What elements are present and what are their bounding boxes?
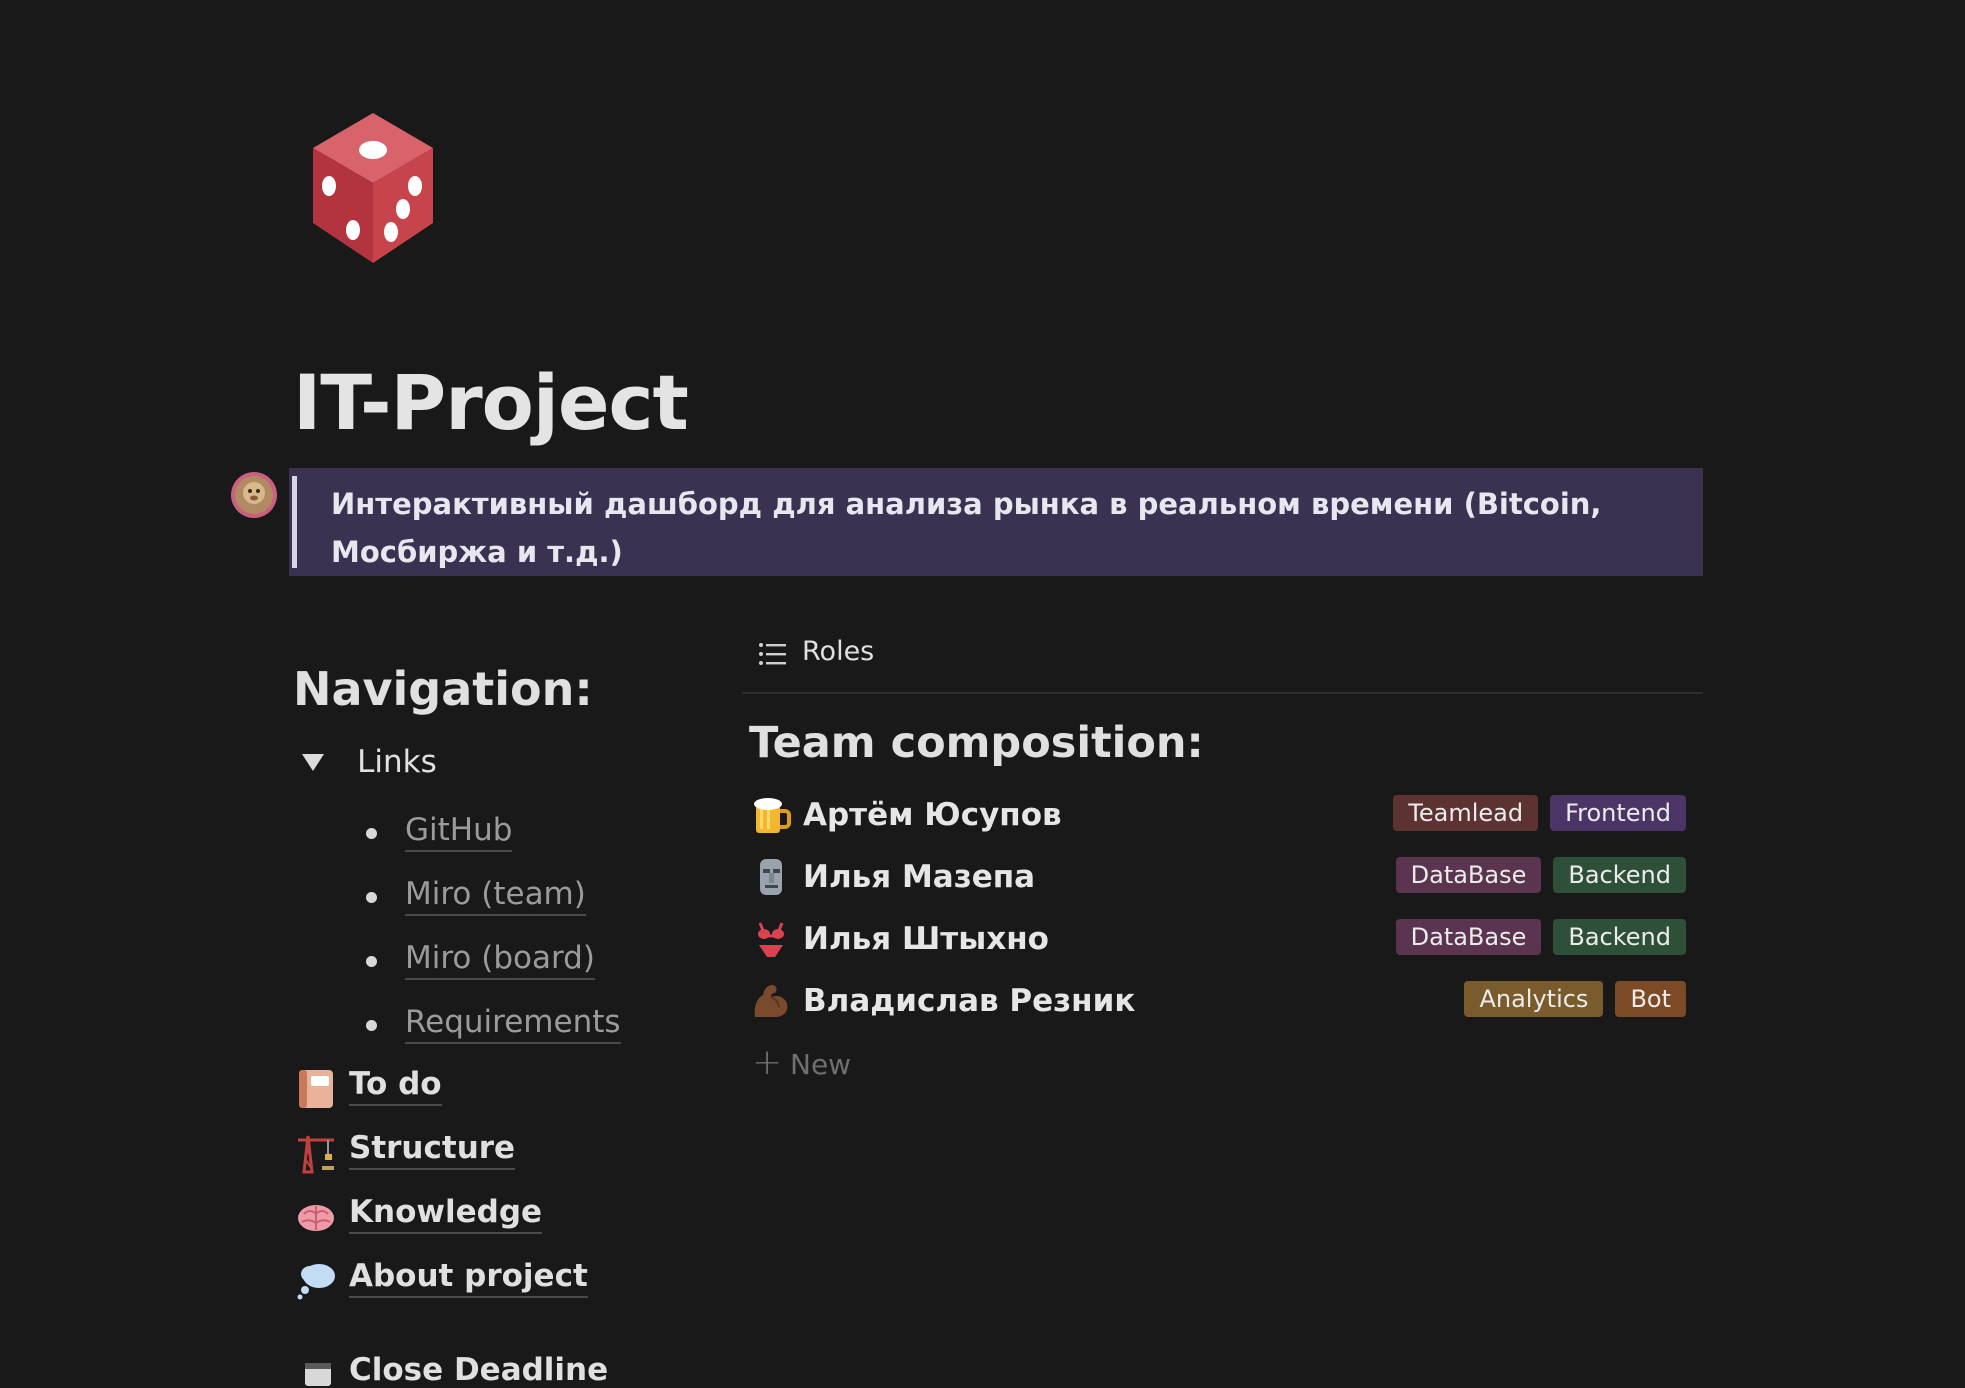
list-item[interactable]: Илья Мазепа DataBase Backend xyxy=(751,853,1686,903)
list-icon xyxy=(759,643,786,665)
tag-teamlead: Teamlead xyxy=(1393,795,1539,831)
member-name[interactable]: Илья Мазепа xyxy=(803,859,1035,895)
tag-list: DataBase Backend xyxy=(1395,857,1686,893)
member-name[interactable]: Артём Юсупов xyxy=(803,797,1062,833)
bikini-icon xyxy=(758,922,784,957)
bullet-icon xyxy=(366,828,377,839)
beer-mug-icon xyxy=(754,798,791,833)
requirements-link[interactable]: Requirements xyxy=(405,1004,621,1044)
member-name[interactable]: Илья Штыхно xyxy=(803,921,1049,957)
divider xyxy=(742,692,1703,694)
page-link-label[interactable]: Knowledge xyxy=(349,1194,543,1234)
team-heading: Team composition: xyxy=(749,718,1204,768)
moai-icon xyxy=(760,859,782,895)
member-name[interactable]: Владислав Резник xyxy=(803,983,1135,1019)
tag-bot: Bot xyxy=(1615,981,1686,1017)
github-link[interactable]: GitHub xyxy=(405,812,513,852)
thought-balloon-icon xyxy=(297,1264,335,1300)
avatar-icon xyxy=(231,472,277,518)
list-item[interactable]: Илья Штыхно DataBase Backend xyxy=(751,915,1686,965)
tag-backend: Backend xyxy=(1553,857,1686,893)
page-link-label[interactable]: Close Deadline xyxy=(349,1352,608,1388)
notebook-icon xyxy=(299,1070,333,1108)
game-die-icon[interactable] xyxy=(303,108,443,268)
list-item[interactable]: Артём Юсупов Teamlead Frontend xyxy=(751,791,1686,841)
miro-team-link[interactable]: Miro (team) xyxy=(405,876,586,916)
callout-text[interactable]: Интерактивный дашборд для анализа рынка … xyxy=(331,480,1671,576)
page-link-label[interactable]: Structure xyxy=(349,1130,516,1170)
tag-analytics: Analytics xyxy=(1464,981,1604,1017)
tag-database: DataBase xyxy=(1395,857,1542,893)
tag-list: DataBase Backend xyxy=(1395,919,1686,955)
links-toggle[interactable]: Links xyxy=(302,744,437,780)
bullet-icon xyxy=(366,892,377,903)
bullet-icon xyxy=(366,1020,377,1031)
tag-list: Analytics Bot xyxy=(1464,981,1686,1017)
tag-database: DataBase xyxy=(1395,919,1542,955)
list-item[interactable]: Владислав Резник Analytics Bot xyxy=(751,977,1686,1027)
navigation-heading: Navigation: xyxy=(293,662,593,716)
flexed-biceps-icon xyxy=(754,985,788,1017)
calendar-icon xyxy=(305,1363,331,1386)
page-link-label[interactable]: About project xyxy=(349,1258,588,1298)
view-tab-label[interactable]: Roles xyxy=(802,636,874,667)
triangle-down-icon[interactable] xyxy=(302,753,324,771)
tag-list: Teamlead Frontend xyxy=(1393,795,1686,831)
tag-frontend: Frontend xyxy=(1550,795,1686,831)
quote-bar xyxy=(292,476,297,568)
page-link-label[interactable]: To do xyxy=(349,1066,442,1106)
new-label[interactable]: New xyxy=(790,1048,851,1081)
toggle-label[interactable]: Links xyxy=(357,744,437,780)
construction-crane-icon xyxy=(298,1135,334,1174)
miro-board-link[interactable]: Miro (board) xyxy=(405,940,595,980)
bullet-icon xyxy=(366,956,377,967)
avatar[interactable] xyxy=(230,471,278,519)
page-title[interactable]: IT-Project xyxy=(293,358,689,447)
brain-icon xyxy=(298,1205,334,1231)
callout-block[interactable]: Интерактивный дашборд для анализа рынка … xyxy=(289,468,1703,576)
plus-icon: + xyxy=(752,1042,783,1083)
tag-backend: Backend xyxy=(1553,919,1686,955)
